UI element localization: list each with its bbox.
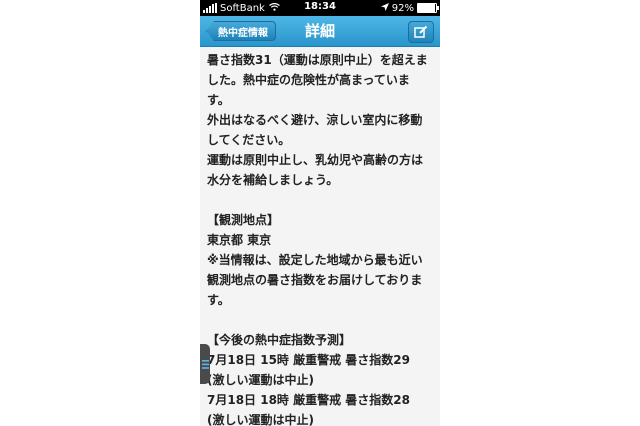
message-line: 運動は原則中止し、乳幼児や高齢の方は <box>207 153 424 167</box>
battery-percent: 92% <box>391 2 414 14</box>
observation-note-line: ※当情報は、設定した地域から最も近い <box>207 253 423 267</box>
message-line: した。熱中症の危険性が高まっていま <box>207 73 410 87</box>
forecast-line: 7月18日 18時 厳重警戒 暑さ指数28 <box>207 393 410 407</box>
status-bar-right: 92% <box>380 0 439 16</box>
navigation-bar: 熱中症情報 詳細 <box>200 16 440 47</box>
location-arrow-icon <box>380 2 389 14</box>
battery-icon <box>417 3 439 13</box>
message-line: 外出はなるべく避け、涼しい室内に移動 <box>207 113 423 127</box>
message-line: す。 <box>207 93 230 107</box>
observation-note-line: す。 <box>207 293 230 307</box>
forecast-heading: 【今後の熱中症指数予測】 <box>207 333 352 347</box>
observation-location: 東京都 東京 <box>207 233 272 247</box>
status-bar: SoftBank 18:34 92% <box>200 0 440 16</box>
back-button[interactable]: 熱中症情報 <box>206 21 276 41</box>
observation-note-line: 観測地点の暑さ指数をお届けしておりま <box>207 273 423 287</box>
detail-content: 暑さ指数31（運動は原則中止）を超えま した。熱中症の危険性が高まっていま す。… <box>207 50 435 426</box>
side-drawer-handle[interactable] <box>200 344 210 384</box>
message-line: 暑さ指数31（運動は原則中止）を超えま <box>207 53 428 67</box>
forecast-line: 7月18日 15時 厳重警戒 暑さ指数29 <box>207 353 410 367</box>
message-line: 水分を補給しましょう。 <box>207 173 339 187</box>
compose-icon <box>414 25 428 38</box>
forecast-note: (激しい運動は中止) <box>207 373 314 387</box>
compose-button[interactable] <box>408 21 434 43</box>
menu-lines-icon <box>201 359 209 369</box>
phone-screen: SoftBank 18:34 92% 熱中症情報 詳細 暑さ指数31（運動は原則… <box>200 0 440 426</box>
forecast-note: (激しい運動は中止) <box>207 413 314 426</box>
observation-heading: 【観測地点】 <box>207 213 280 227</box>
message-line: してください。 <box>207 133 291 147</box>
